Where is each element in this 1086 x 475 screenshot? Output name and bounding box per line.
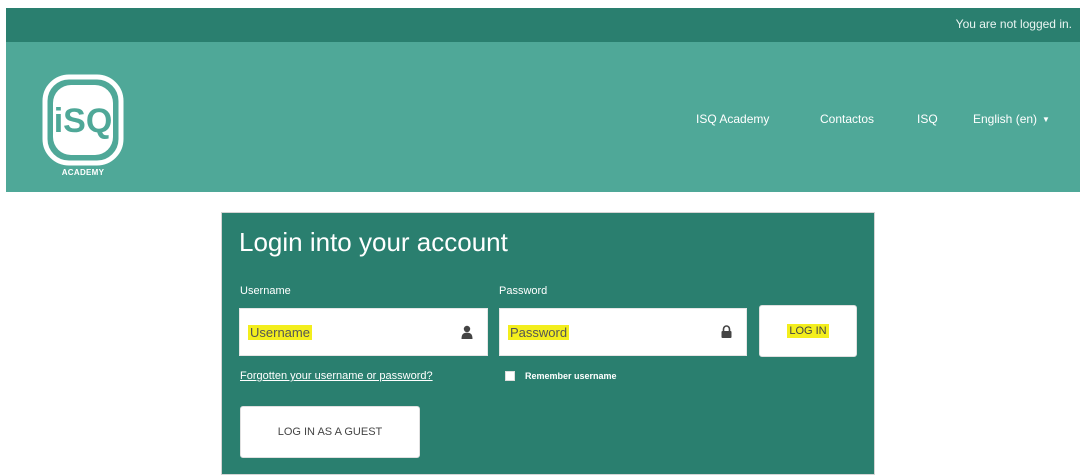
- guest-login-button[interactable]: LOG IN AS A GUEST: [240, 406, 420, 458]
- username-placeholder: Username: [248, 325, 312, 340]
- login-card: Login into your account Username Passwor…: [221, 212, 875, 475]
- login-title: Login into your account: [239, 227, 508, 257]
- top-status-bar: You are not logged in.: [6, 8, 1080, 42]
- nav-item-contactos[interactable]: Contactos: [820, 112, 874, 126]
- logo-icon: iSQ: [42, 74, 124, 166]
- user-icon: [461, 325, 473, 344]
- password-field[interactable]: Password: [499, 308, 747, 356]
- lock-icon: [721, 325, 732, 343]
- logo-subtitle: ACADEMY: [61, 168, 105, 177]
- isq-academy-logo[interactable]: iSQ ACADEMY: [42, 72, 152, 192]
- login-button[interactable]: LOG IN: [759, 305, 857, 357]
- nav-item-isq-academy[interactable]: ISQ Academy: [696, 112, 769, 126]
- login-button-label: LOG IN: [787, 324, 829, 338]
- nav-item-language[interactable]: English (en) ▼: [973, 112, 1050, 126]
- nav-item-isq[interactable]: ISQ: [917, 112, 938, 126]
- site-header: iSQ ACADEMY ISQ Academy Contactos ISQ En…: [6, 42, 1080, 192]
- caret-down-icon: ▼: [1042, 115, 1050, 125]
- language-label: English (en): [973, 112, 1038, 126]
- remember-checkbox[interactable]: [505, 371, 515, 381]
- password-placeholder: Password: [508, 325, 570, 340]
- logo-text: iSQ: [54, 102, 113, 140]
- remember-username[interactable]: Remember username: [505, 371, 617, 381]
- forgot-credentials-link[interactable]: Forgotten your username or password?: [240, 370, 433, 382]
- login-status-text: You are not logged in.: [955, 17, 1072, 31]
- username-field[interactable]: Username: [239, 308, 488, 356]
- password-label: Password: [499, 285, 548, 297]
- remember-label: Remember username: [525, 371, 617, 381]
- username-label: Username: [240, 285, 291, 297]
- guest-login-label: LOG IN AS A GUEST: [277, 426, 383, 438]
